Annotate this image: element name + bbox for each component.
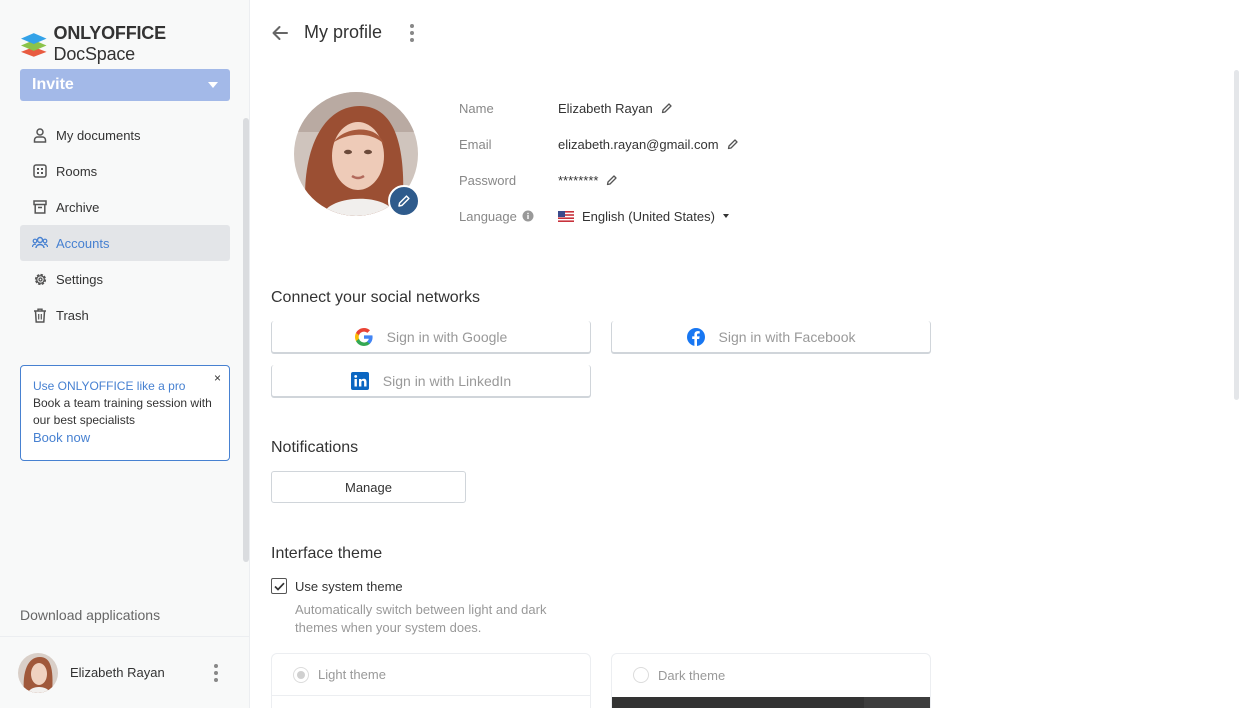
sidebar-item-settings[interactable]: Settings (20, 261, 230, 297)
sidebar-item-trash[interactable]: Trash (20, 297, 230, 333)
download-applications-link[interactable]: Download applications (20, 607, 160, 623)
user-name: Elizabeth Rayan (70, 665, 165, 680)
person-icon (32, 127, 48, 143)
invite-button[interactable]: Invite (20, 69, 230, 101)
light-theme-card[interactable]: Light theme (271, 653, 591, 708)
system-theme-description: Automatically switch between light and d… (295, 602, 547, 635)
linkedin-icon (350, 371, 369, 390)
us-flag-icon (558, 210, 574, 222)
sidebar-scrollbar[interactable] (243, 118, 249, 562)
name-label: Name (459, 100, 494, 116)
avatar[interactable] (18, 652, 58, 693)
sidebar-item-label: Rooms (56, 163, 98, 179)
more-options-icon[interactable] (206, 663, 226, 682)
back-arrow-icon[interactable] (270, 23, 290, 43)
facebook-button-label: Sign in with Facebook (718, 328, 856, 345)
accounts-icon (32, 235, 48, 251)
chevron-down-icon (208, 82, 218, 88)
sidebar-item-my-documents[interactable]: My documents (20, 117, 230, 153)
promo-banner: × Use ONLYOFFICE like a pro Book a team … (20, 365, 230, 461)
gear-icon (32, 271, 48, 287)
app-name: ONLYOFFICE DocSpace (53, 23, 167, 64)
dark-theme-preview (612, 697, 930, 708)
sign-in-facebook-button[interactable]: Sign in with Facebook (611, 321, 931, 353)
facebook-icon (686, 327, 705, 346)
language-label: Language (459, 208, 517, 224)
sidebar-item-label: Archive (56, 199, 100, 215)
email-label: Email (459, 136, 492, 152)
linkedin-button-label: Sign in with LinkedIn (382, 372, 512, 389)
sidebar-item-label: Accounts (56, 235, 110, 251)
sidebar-nav: My documents Rooms Archive Accounts Sett… (20, 117, 230, 333)
password-value: ******** (558, 172, 599, 188)
email-row: Email elizabeth.rayan@gmail.com (459, 134, 739, 154)
page-header: My profile (270, 22, 422, 43)
rooms-icon (32, 163, 48, 179)
light-theme-label: Light theme (318, 667, 386, 682)
sidebar-item-label: My documents (56, 127, 141, 143)
promo-title[interactable]: Use ONLYOFFICE like a pro (33, 378, 217, 395)
profile-avatar (294, 92, 420, 218)
current-user-bar[interactable]: Elizabeth Rayan (0, 636, 250, 708)
language-selector[interactable]: English (United States) (558, 209, 729, 224)
logo-icon (20, 33, 47, 57)
profile-info: Name Elizabeth Rayan Email elizabeth.ray… (459, 98, 739, 242)
sign-in-linkedin-button[interactable]: Sign in with LinkedIn (271, 365, 591, 397)
manage-notifications-button[interactable]: Manage (271, 471, 466, 503)
use-system-theme-checkbox[interactable]: Use system theme (271, 578, 403, 594)
google-button-label: Sign in with Google (386, 328, 508, 345)
light-theme-radio[interactable] (293, 666, 309, 683)
password-label: Password (459, 172, 517, 188)
password-row: Password ******** (459, 170, 739, 190)
edit-email-icon[interactable] (727, 138, 739, 150)
edit-name-icon[interactable] (661, 102, 673, 114)
archive-icon (32, 199, 48, 215)
checkbox-checked-icon[interactable] (271, 578, 287, 594)
edit-avatar-button[interactable] (388, 185, 420, 217)
sidebar-item-label: Settings (56, 271, 103, 287)
dark-theme-radio[interactable] (633, 667, 649, 683)
email-value: elizabeth.rayan@gmail.com (558, 136, 719, 152)
invite-label: Invite (32, 76, 74, 93)
sign-in-google-button[interactable]: Sign in with Google (271, 321, 591, 353)
language-row: Language English (United States) (459, 206, 739, 226)
chevron-down-icon (722, 214, 729, 218)
info-icon[interactable] (522, 210, 534, 222)
name-row: Name Elizabeth Rayan (459, 98, 739, 118)
theme-section-title: Interface theme (271, 545, 383, 562)
edit-password-icon[interactable] (606, 174, 618, 186)
pencil-icon (398, 195, 410, 207)
sidebar: ONLYOFFICE DocSpace Invite My documents … (0, 0, 250, 708)
sidebar-item-accounts[interactable]: Accounts (20, 225, 230, 261)
main-scrollbar[interactable] (1234, 70, 1239, 400)
promo-text: Book a team training session with our be… (33, 396, 212, 427)
google-icon (354, 327, 373, 346)
name-value: Elizabeth Rayan (558, 100, 653, 116)
sidebar-item-archive[interactable]: Archive (20, 189, 230, 225)
sidebar-item-label: Trash (56, 307, 89, 323)
more-options-icon[interactable] (402, 23, 422, 42)
app-logo[interactable]: ONLYOFFICE DocSpace (20, 23, 249, 65)
sidebar-item-rooms[interactable]: Rooms (20, 153, 230, 189)
page-title: My profile (304, 22, 383, 42)
dark-theme-card[interactable]: Dark theme (611, 653, 931, 708)
close-icon[interactable]: × (214, 370, 221, 387)
notifications-section-title: Notifications (271, 439, 359, 456)
book-now-link[interactable]: Book now (33, 429, 217, 446)
dark-theme-label: Dark theme (658, 667, 726, 683)
social-section-title: Connect your social networks (271, 289, 480, 306)
language-value: English (United States) (582, 208, 715, 224)
use-system-theme-label: Use system theme (295, 578, 403, 594)
trash-icon (32, 307, 48, 323)
